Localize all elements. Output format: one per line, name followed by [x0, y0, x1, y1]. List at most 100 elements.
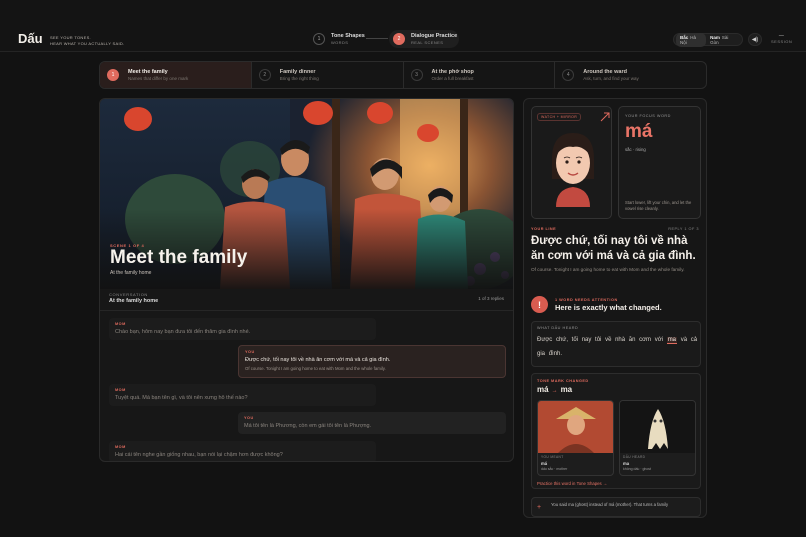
mirror-tag: WATCH + MIRROR	[537, 113, 582, 121]
message-speaker: MOM	[115, 388, 126, 392]
practice-link[interactable]: Practice this word in Tone Shapes →	[537, 481, 607, 486]
conversation-label: CONVERSATION	[109, 292, 148, 297]
meaning-card-meant: YOU MEANT má dấu sắc · mother	[537, 400, 614, 476]
tab-title: Family dinner	[279, 69, 316, 75]
message-speaker: MOM	[115, 322, 126, 326]
step-title: Tone Shapes	[331, 33, 365, 39]
message-speaker: YOU	[245, 350, 255, 354]
message-text: Chào bạn, hôm nay bạn đưa tôi đến thăm g…	[115, 329, 251, 335]
speaker-icon[interactable]: ◀)	[748, 33, 762, 46]
heard-word: Được	[537, 337, 553, 343]
message-text: Được chứ, tối nay tôi về nhà ăn cơm với …	[245, 357, 391, 363]
your-line-label: YOUR LINE	[531, 227, 557, 231]
step-tone-shapes[interactable]: 1 Tone Shapes WORDS	[313, 33, 365, 45]
tab-subtitle: Ask, turn, and find your way	[583, 76, 639, 81]
tab-title: At the phở shop	[431, 69, 474, 75]
heard-word: chứ,	[555, 337, 568, 343]
message-you-active[interactable]: YOU Được chứ, tối nay tôi về nhà ăn cơm …	[238, 345, 506, 378]
app-logo[interactable]: Dấu	[18, 31, 43, 46]
message-speaker: YOU	[244, 416, 254, 420]
divider	[100, 310, 513, 311]
heard-word: đình.	[548, 351, 563, 357]
focus-label: YOUR FOCUS WORD	[625, 114, 671, 118]
step-number: 2	[393, 33, 405, 45]
expand-icon[interactable]	[600, 112, 610, 122]
tab-scene-4[interactable]: 4 Around the ward Ask, turn, and find you…	[555, 62, 706, 88]
message-speaker: MOM	[115, 445, 126, 449]
tab-number: 1	[107, 69, 119, 81]
tab-number: 3	[410, 69, 423, 81]
scene-panel: SCENE 1 OF 4 Meet the family At the fami…	[99, 98, 514, 462]
session-indicator: — SESSION	[771, 34, 793, 45]
focus-word: má	[625, 121, 653, 142]
heard-card: WHAT DẤU HEARD Được chứ, tối nay tôi về …	[531, 321, 701, 367]
feedback-panel: WATCH + MIRROR YOUR FOCUS WORD má sắc · …	[523, 98, 707, 518]
message-mom: MOM Chào bạn, hôm nay bạn đưa tôi đến th…	[109, 318, 376, 340]
heard-transcript: Được chứ, tối nay tôi về nhà ăn cơm với …	[537, 333, 699, 361]
message-translation: Of course. Tonight I am going home to ea…	[245, 366, 386, 371]
scene-tabs: 1 Meet the family Names that differ by on…	[99, 61, 707, 89]
step-number: 1	[313, 33, 325, 45]
heard-word: cơm	[639, 337, 652, 343]
heard-word: tối	[571, 337, 579, 343]
dialect-option-bac[interactable]: Bắc Hà Nội	[676, 32, 707, 47]
tone-pair: má → ma	[537, 385, 572, 394]
tone-change-card: TONE MARK CHANGED má → ma YOU MEANT má dấu…	[531, 373, 701, 489]
focus-hint: Start lower, lift your chin, and let the…	[625, 200, 692, 211]
dialect-option-nam[interactable]: Nam Sài Gòn	[706, 33, 740, 47]
step-connector	[366, 38, 388, 39]
tab-scene-1[interactable]: 1 Meet the family Names that differ by on…	[100, 62, 252, 88]
heard-label: WHAT DẤU HEARD	[537, 326, 579, 330]
step-dialogue-practice[interactable]: 2 Dialogue Practice REAL SCENES	[393, 33, 457, 45]
heard-word: nhà	[615, 337, 626, 343]
card-kicker: DẤU HEARD	[623, 455, 646, 459]
step-subtitle: WORDS	[331, 40, 349, 45]
card-meaning: không dấu · ghost	[623, 467, 652, 471]
message-text: Hai cái tên nghe gần giống nhau, bạn nói…	[115, 452, 283, 458]
note-text: You said ma (ghost) instead of má (mothe…	[551, 502, 669, 507]
scene-location: At the family home	[110, 270, 152, 276]
card-kicker: YOU MEANT	[541, 455, 564, 459]
arrow-icon: →	[551, 388, 558, 394]
card-word: má	[541, 461, 548, 466]
tab-scene-3[interactable]: 3 At the phở shop Order a full breakfast	[404, 62, 556, 88]
flagged-word[interactable]: ma	[666, 337, 678, 344]
conversation-location: At the family home	[109, 298, 159, 304]
card-meaning: dấu sắc · mother	[541, 467, 568, 471]
plus-icon[interactable]: +	[537, 504, 541, 511]
heard-word: và	[680, 337, 688, 343]
step-title: Dialogue Practice	[411, 33, 458, 39]
heard-word: tôi	[595, 337, 602, 343]
message-text: Tuyệt quá. Má bạn tên gì, và tôi nên xưn…	[115, 395, 248, 401]
explanation-note: + You said ma (ghost) instead of má (mot…	[531, 497, 701, 517]
dialect-toggle[interactable]: Bắc Hà Nội Nam Sài Gòn	[673, 32, 743, 47]
tab-title: Meet the family	[128, 69, 168, 75]
attention-headline: Here is exactly what changed.	[555, 303, 662, 312]
ghost-illustration	[620, 401, 695, 453]
tagline-line-2: HEAR WHAT YOU ACTUALLY SAID.	[50, 40, 125, 46]
your-line-translation: Of course. Tonight I am going home to ea…	[531, 267, 685, 272]
meaning-card-heard: DẤU HEARD ma không dấu · ghost	[619, 400, 696, 476]
focus-word-card: YOUR FOCUS WORD má sắc · rising Start lo…	[618, 106, 701, 219]
tab-scene-2[interactable]: 2 Family dinner Bring the right thing	[252, 62, 404, 88]
mirror-card: WATCH + MIRROR	[531, 106, 612, 219]
reply-count: 1 of 3 replies	[478, 296, 504, 301]
message-mom: MOM Hai cái tên nghe gần giống nhau, bạn…	[109, 441, 376, 461]
message-text: Má tôi tên là Phương, còn em gái tôi tên…	[244, 423, 372, 429]
tone-from: má	[537, 385, 549, 394]
tab-title: Around the ward	[583, 69, 627, 75]
message-mom: MOM Tuyệt quá. Má bạn tên gì, và tôi nên…	[109, 384, 376, 406]
card-word: ma	[623, 461, 630, 466]
attention-kicker: 1 WORD NEEDS ATTENTION	[555, 298, 618, 302]
scene-title: Meet the family	[110, 247, 248, 268]
heard-word: gia	[537, 351, 546, 357]
mother-illustration	[538, 401, 613, 453]
tab-number: 2	[258, 69, 271, 81]
tone-to: ma	[560, 385, 573, 394]
session-label: SESSION	[771, 39, 793, 44]
heard-word: ăn	[628, 337, 636, 343]
heard-word: với	[654, 337, 664, 343]
tab-subtitle: Names that differ by one mark	[128, 76, 189, 81]
message-you: YOU Má tôi tên là Phương, còn em gái tôi…	[238, 412, 506, 434]
your-line-count: REPLY 1 OF 3	[668, 227, 699, 231]
